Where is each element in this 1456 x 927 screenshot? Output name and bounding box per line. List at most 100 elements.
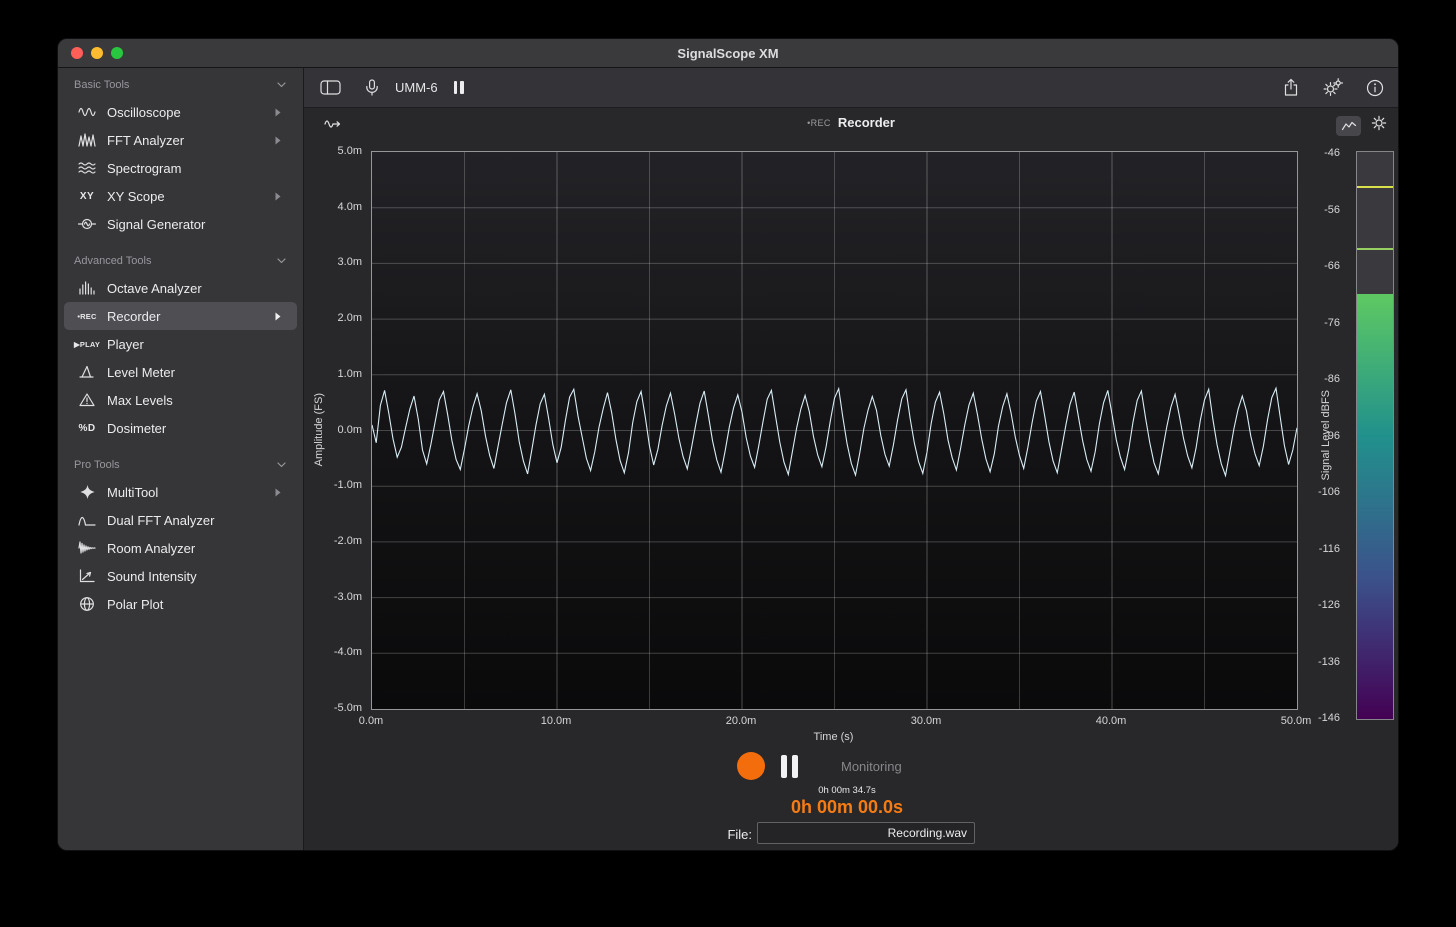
sidebar-item-room-analyzer[interactable]: Room Analyzer [64,534,297,562]
window-title: SignalScope XM [58,46,1398,61]
microphone-icon[interactable] [363,79,381,97]
sidebar-item-label: Recorder [107,309,160,324]
sidebar-item-player[interactable]: ▶PLAY Player [64,330,297,358]
chevron-down-icon [277,79,286,91]
file-field-label: File: [624,827,752,842]
sidebar-item-polar-plot[interactable]: Polar Plot [64,590,297,618]
expand-arrow-icon[interactable] [275,312,281,321]
sidebar: Basic Tools Oscilloscope FFT Analyzer Sp… [58,68,304,850]
sidebar-item-max-levels[interactable]: Max Levels [64,386,297,414]
sidebar-item-dual-fft-analyzer[interactable]: Dual FFT Analyzer [64,506,297,534]
signal-generator-icon [74,216,100,232]
close-window-button[interactable] [71,47,83,59]
sidebar-item-label: Max Levels [107,393,173,408]
sidebar-item-label: FFT Analyzer [107,133,184,148]
expand-arrow-icon[interactable] [275,108,281,117]
sidebar-item-label: Octave Analyzer [107,281,202,296]
elapsed-time-display: 0h 00m 00.0s [707,797,987,818]
dual-fft-icon [74,512,100,528]
file-name-input[interactable] [757,822,975,844]
total-time-label: 0h 00m 34.7s [747,785,947,796]
x-axis-tick-labels: 0.0m 10.0m 20.0m 30.0m 40.0m 50.0m [371,715,1296,728]
y-axis-tick-labels: 5.0m 4.0m 3.0m 2.0m 1.0m 0.0m -1.0m -2.0… [304,151,366,708]
sidebar-item-oscilloscope[interactable]: Oscilloscope [64,98,297,126]
recorder-view: •REC Recorder Amplitude (FS) 5.0m 4.0m 3… [304,108,1398,850]
sidebar-item-level-meter[interactable]: Level Meter [64,358,297,386]
record-button[interactable] [737,752,765,780]
dosimeter-icon: %D [74,423,100,434]
input-pause-icon[interactable] [454,81,464,94]
section-header-basic-tools[interactable]: Basic Tools [58,74,303,96]
chevron-down-icon [277,459,286,471]
share-icon[interactable] [1282,78,1300,97]
meter-peak-hold-marker [1357,186,1393,188]
max-levels-icon [74,392,100,408]
sidebar-item-label: Polar Plot [107,597,163,612]
sidebar-item-recorder[interactable]: •REC Recorder [64,302,297,330]
settings-gears-icon[interactable] [1323,78,1343,97]
chart-settings-gear-icon[interactable] [1370,114,1388,137]
sidebar-item-label: Player [107,337,144,352]
monitoring-status-label: Monitoring [841,759,902,774]
view-title: •REC Recorder [304,115,1398,130]
sidebar-toggle-icon[interactable] [320,79,341,96]
chart-view-button[interactable] [1336,116,1361,136]
fft-analyzer-icon [74,132,100,148]
section-header-pro-tools[interactable]: Pro Tools [58,454,303,476]
sidebar-item-multitool[interactable]: MultiTool [64,478,297,506]
sidebar-item-label: Dual FFT Analyzer [107,513,214,528]
view-title-label: Recorder [838,115,895,130]
waveform-plot[interactable] [371,151,1298,710]
sidebar-item-label: XY Scope [107,189,165,204]
sidebar-item-label: Room Analyzer [107,541,195,556]
sidebar-item-label: Oscilloscope [107,105,181,120]
sidebar-item-fft-analyzer[interactable]: FFT Analyzer [64,126,297,154]
meter-level-fill [1357,294,1393,719]
signal-level-meter [1356,151,1394,720]
expand-arrow-icon[interactable] [275,136,281,145]
recorder-icon: •REC [74,312,100,321]
x-axis-title: Time (s) [371,731,1296,743]
window-titlebar: SignalScope XM [58,39,1398,68]
zoom-window-button[interactable] [111,47,123,59]
player-icon: ▶PLAY [74,340,100,349]
section-title: Basic Tools [74,79,129,91]
level-meter-icon [74,364,100,380]
pause-button[interactable] [781,755,798,778]
minimize-window-button[interactable] [91,47,103,59]
sidebar-item-label: Signal Generator [107,217,205,232]
sidebar-item-signal-generator[interactable]: Signal Generator [64,210,297,238]
sidebar-item-label: Level Meter [107,365,175,380]
multitool-icon [74,484,100,500]
sidebar-item-sound-intensity[interactable]: Sound Intensity [64,562,297,590]
traffic-lights [71,47,123,59]
rec-badge: •REC [807,118,831,128]
sidebar-item-dosimeter[interactable]: %D Dosimeter [64,414,297,442]
spectrogram-icon [74,160,100,176]
expand-arrow-icon[interactable] [275,192,281,201]
sidebar-item-label: Dosimeter [107,421,166,436]
sidebar-item-xy-scope[interactable]: XY XY Scope [64,182,297,210]
chevron-down-icon [277,255,286,267]
sidebar-item-octave-analyzer[interactable]: Octave Analyzer [64,274,297,302]
section-title: Pro Tools [74,459,120,471]
info-icon[interactable] [1366,79,1384,97]
meter-secondary-peak-marker [1357,248,1393,250]
section-header-advanced-tools[interactable]: Advanced Tools [58,250,303,272]
main-toolbar: UMM-6 [304,68,1398,108]
sidebar-item-label: MultiTool [107,485,158,500]
sidebar-item-spectrogram[interactable]: Spectrogram [64,154,297,182]
sidebar-item-label: Sound Intensity [107,569,197,584]
meter-tick-labels: -46 -56 -66 -76 -86 -96 -106 -116 -126 -… [1292,153,1346,718]
octave-analyzer-icon [74,280,100,296]
polar-plot-icon [74,596,100,612]
xy-scope-icon: XY [74,191,100,202]
sidebar-item-label: Spectrogram [107,161,181,176]
app-window: SignalScope XM Basic Tools Oscilloscope … [57,38,1399,851]
input-device-label[interactable]: UMM-6 [395,80,438,95]
room-analyzer-icon [74,540,100,556]
sound-intensity-icon [74,568,100,584]
oscilloscope-icon [74,104,100,120]
expand-arrow-icon[interactable] [275,488,281,497]
section-title: Advanced Tools [74,255,151,267]
